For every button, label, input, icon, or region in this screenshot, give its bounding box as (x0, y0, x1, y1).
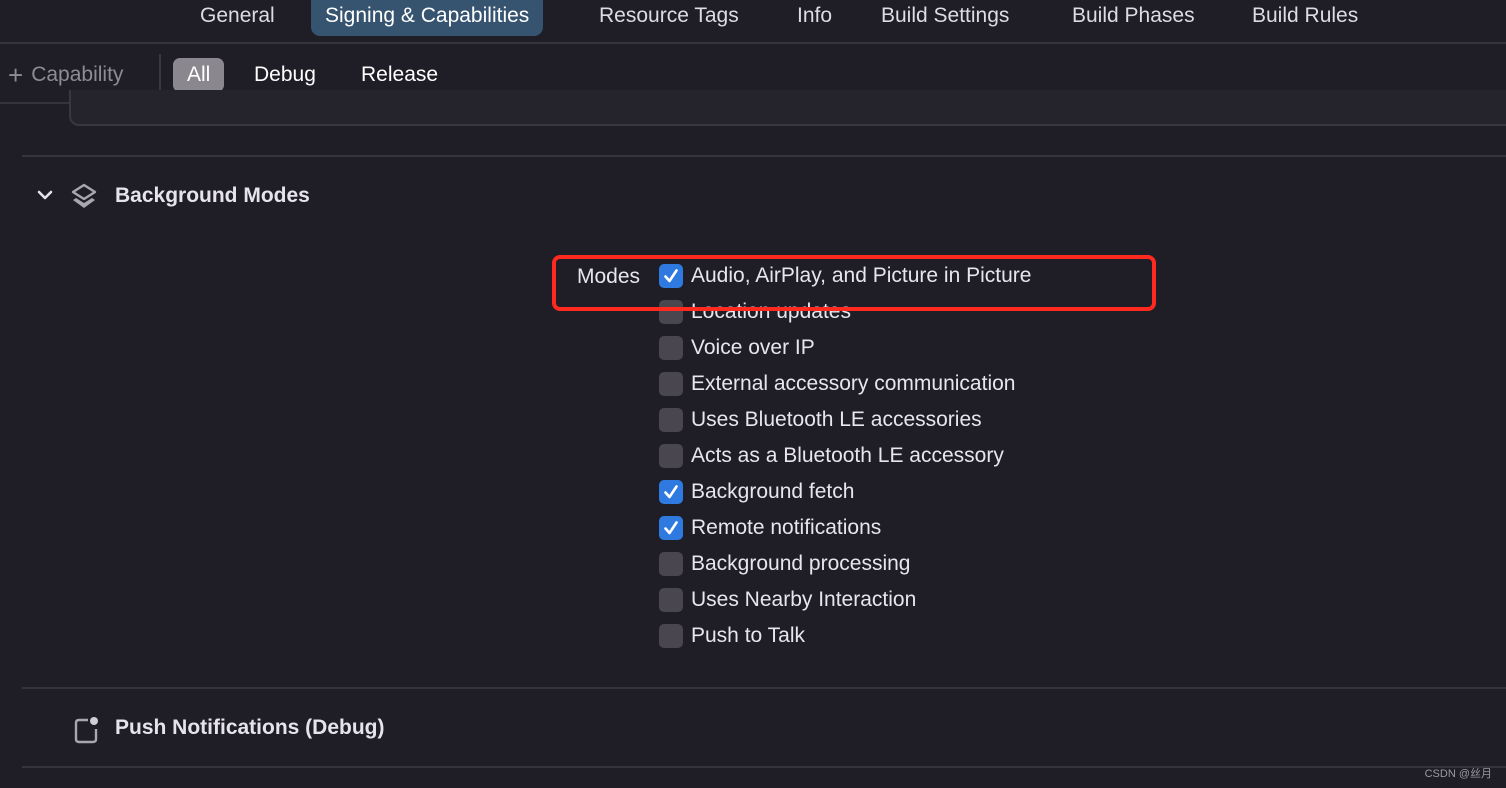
filter-debug[interactable]: Debug (254, 58, 316, 92)
mode-label: Push to Talk (691, 624, 806, 647)
checkbox[interactable] (659, 552, 683, 576)
highlight-annotation-box (552, 255, 1156, 311)
push-notifications-title: Push Notifications (Debug) (115, 716, 385, 739)
previous-capability-card (69, 90, 1506, 126)
mode-label: Uses Nearby Interaction (691, 588, 917, 611)
checkbox[interactable] (659, 480, 683, 504)
filter-all[interactable]: All (173, 58, 225, 92)
mode-row[interactable]: Uses Nearby Interaction (659, 585, 916, 615)
divider (22, 155, 1506, 157)
mode-label: External accessory communication (691, 372, 1016, 395)
tab-build-rules[interactable]: Build Rules (1252, 0, 1358, 36)
divider (22, 687, 1506, 689)
tab-signing-capabilities[interactable]: Signing & Capabilities (311, 0, 544, 36)
mode-label: Remote notifications (691, 516, 882, 539)
checkbox[interactable] (659, 624, 683, 648)
mode-label: Background fetch (691, 480, 855, 503)
checkbox[interactable] (659, 444, 683, 468)
mode-row[interactable]: Remote notifications (659, 513, 881, 543)
add-capability-button[interactable]: + Capability (8, 58, 123, 92)
divider (22, 766, 1506, 768)
checkbox[interactable] (659, 516, 683, 540)
checkbox[interactable] (659, 336, 683, 360)
divider (0, 42, 1506, 44)
plus-icon: + (8, 60, 24, 90)
mode-label: Voice over IP (691, 336, 815, 359)
checkbox[interactable] (659, 408, 683, 432)
filter-release[interactable]: Release (361, 58, 438, 92)
tab-info[interactable]: Info (797, 0, 832, 36)
tab-build-settings[interactable]: Build Settings (881, 0, 1009, 36)
checkbox[interactable] (659, 588, 683, 612)
mode-label: Background processing (691, 552, 911, 575)
mode-row[interactable]: Push to Talk (659, 621, 805, 651)
layers-icon (70, 182, 98, 212)
watermark: CSDN @丝月 (1424, 768, 1492, 780)
chevron-down-icon[interactable] (36, 186, 54, 204)
tab-resource-tags[interactable]: Resource Tags (599, 0, 739, 36)
add-capability-label: Capability (31, 63, 124, 86)
notification-badge-icon (72, 714, 100, 744)
background-modes-title: Background Modes (115, 184, 310, 207)
mode-label: Uses Bluetooth LE accessories (691, 408, 982, 431)
mode-row[interactable]: Background processing (659, 549, 910, 579)
checkbox[interactable] (659, 372, 683, 396)
mode-row[interactable]: Acts as a Bluetooth LE accessory (659, 441, 1004, 471)
mode-row[interactable]: Background fetch (659, 477, 854, 507)
mode-row[interactable]: External accessory communication (659, 369, 1015, 399)
mode-row[interactable]: Voice over IP (659, 333, 815, 363)
tab-build-phases[interactable]: Build Phases (1072, 0, 1195, 36)
mode-label: Acts as a Bluetooth LE accessory (691, 444, 1004, 467)
separator (159, 54, 161, 94)
mode-row[interactable]: Uses Bluetooth LE accessories (659, 405, 982, 435)
tab-general[interactable]: General (200, 0, 275, 36)
